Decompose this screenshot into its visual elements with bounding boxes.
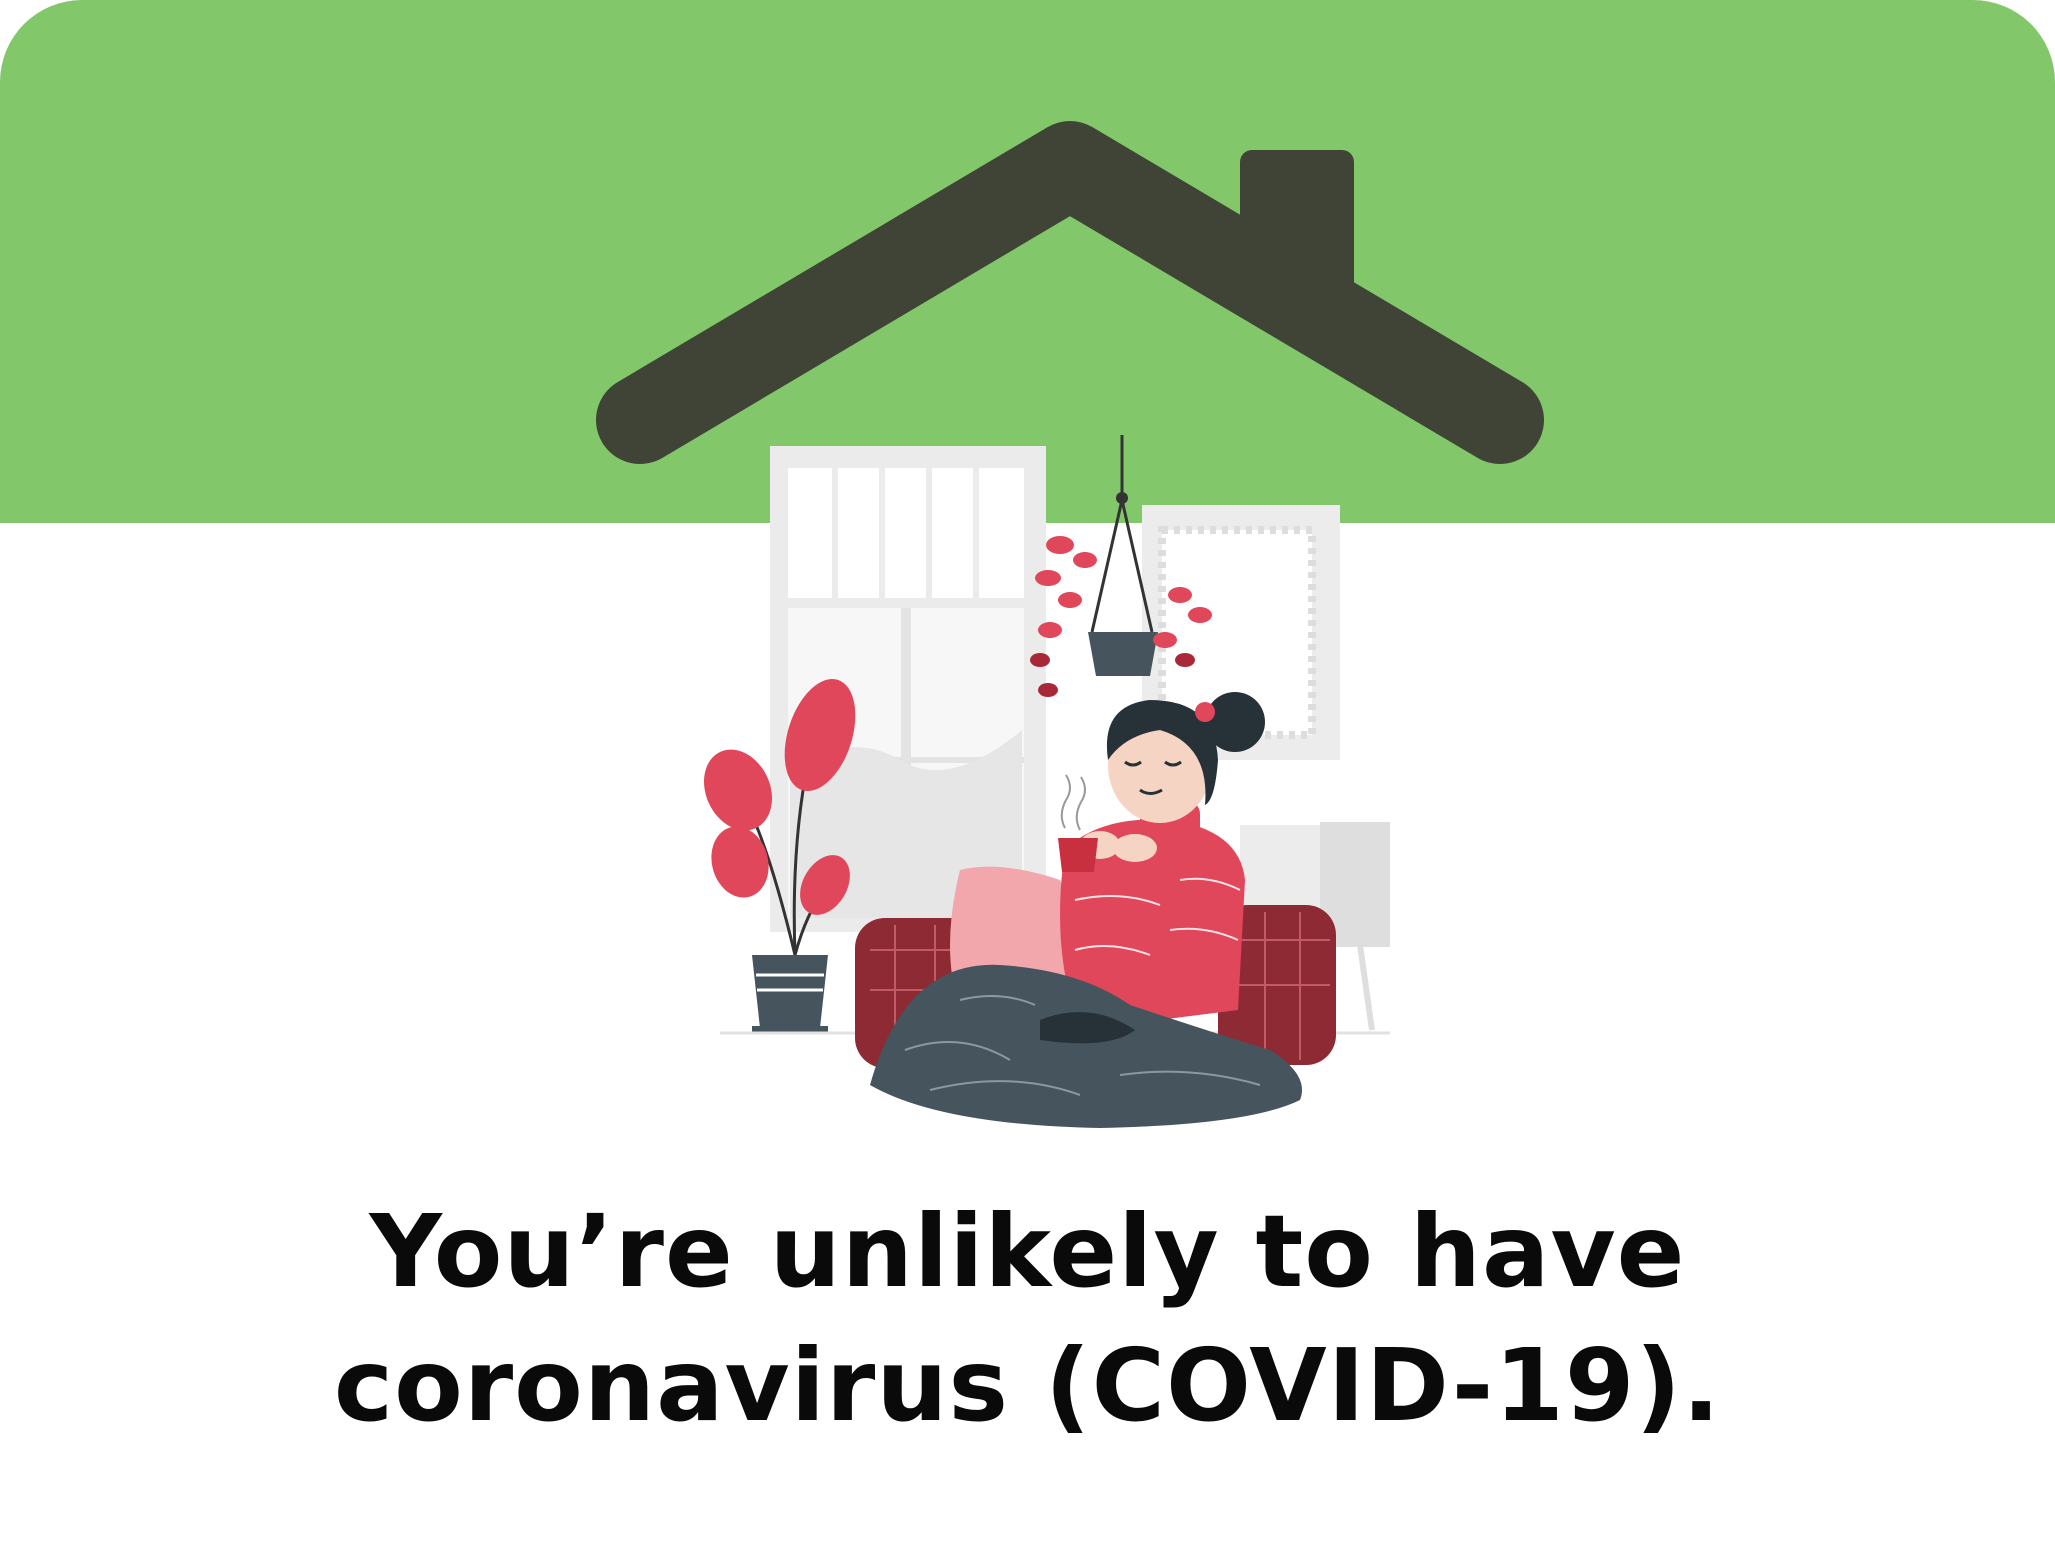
message-line-2: coronavirus (COVID-19). — [333, 1327, 1722, 1444]
info-card: You’re unlikely to have coronavirus (COV… — [0, 0, 2055, 1568]
woman-icon — [1058, 692, 1265, 1030]
house-roof-icon — [596, 121, 1544, 464]
message-line-1: You’re unlikely to have — [369, 1193, 1686, 1310]
message-text: You’re unlikely to have coronavirus (COV… — [0, 1185, 2055, 1453]
